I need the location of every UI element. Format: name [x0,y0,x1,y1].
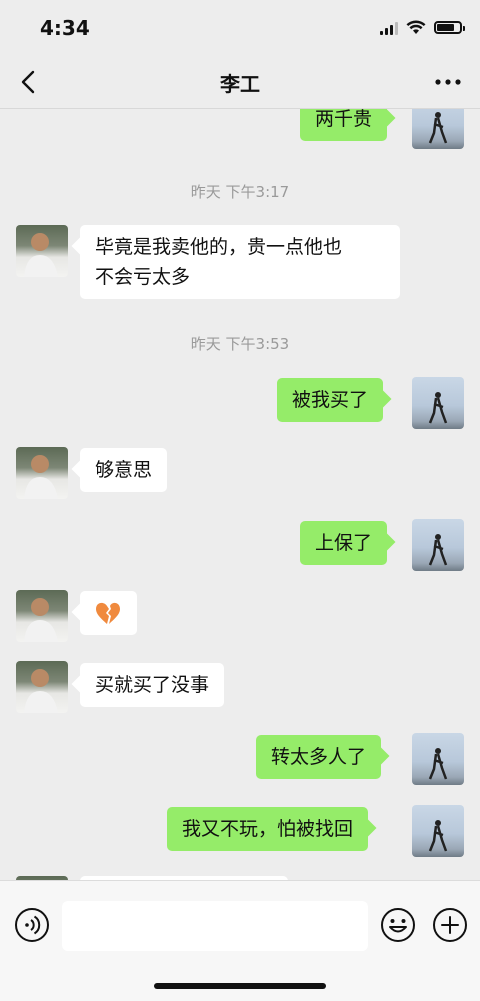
avatar-other-image [24,669,58,713]
message-text-line: 不会亏太多 [95,266,191,288]
timestamp: 昨天 下午3:53 [190,335,290,353]
more-dots-icon[interactable] [428,64,468,100]
message-text: 转太多人了 [271,746,367,768]
broken-heart-emoji-icon [96,602,120,624]
avatar-self-image [428,392,448,424]
plus-icon[interactable] [432,907,468,943]
message-text: 上保了 [315,532,373,554]
message-text: 被我买了 [292,389,369,411]
avatar-self[interactable] [412,519,464,571]
signal-icon [380,21,398,35]
avatar-other-image [24,598,58,642]
status-bar: 4:34 [0,0,480,56]
avatar-self[interactable] [412,109,464,149]
avatar-other-image [24,233,58,277]
message-text-line: 毕竟是我卖他的，贵一点他也 [95,236,343,258]
avatar-self-image [428,748,448,780]
avatar-other[interactable] [16,447,68,499]
avatar-self[interactable] [412,377,464,429]
status-icons [380,20,465,35]
message-bubble-other[interactable] [80,591,137,635]
avatar-self-image [428,112,448,144]
avatar-self[interactable] [412,805,464,857]
avatar-other-image [24,455,58,499]
message-bubble-other[interactable]: 毕竟是我卖他的，贵一点他也 不会亏太多 [80,225,400,299]
nav-bar: 李工 [0,56,480,109]
voice-icon[interactable] [14,907,50,943]
message-bubble-other[interactable]: 买就买了没事 [80,663,225,707]
message-bubble-self[interactable]: 转太多人了 [256,735,382,779]
chat-message-list[interactable]: 两千贵 昨天 下午3:17 毕竟是我卖他的，贵一点他也 不会亏太多 昨天 下午3… [0,109,480,880]
avatar-other[interactable] [16,590,68,642]
battery-icon [434,21,465,34]
message-bubble-self[interactable]: 两千贵 [300,109,388,141]
home-indicator [154,983,326,989]
message-input[interactable] [62,901,368,951]
message-bubble-self[interactable]: 被我买了 [277,378,384,422]
wifi-icon [406,20,426,34]
message-text: 我又不玩，怕被找回 [182,818,354,840]
message-text: 买就买了没事 [95,674,210,696]
avatar-self-image [428,534,448,566]
timestamp: 昨天 下午3:17 [190,183,290,201]
message-text: 两千贵 [315,109,373,130]
message-bubble-other[interactable]: 够意思 [80,448,168,492]
avatar-other[interactable] [16,225,68,277]
chat-title: 李工 [220,72,260,96]
message-bubble-self[interactable]: 我又不玩，怕被找回 [167,807,369,851]
message-bubble-self[interactable]: 上保了 [300,521,388,565]
avatar-self-image [428,820,448,852]
status-time: 4:34 [40,16,90,40]
avatar-other[interactable] [16,661,68,713]
avatar-self[interactable] [412,733,464,785]
message-text: 够意思 [95,459,153,481]
emoji-icon[interactable] [380,907,416,943]
input-bar [0,880,480,1001]
